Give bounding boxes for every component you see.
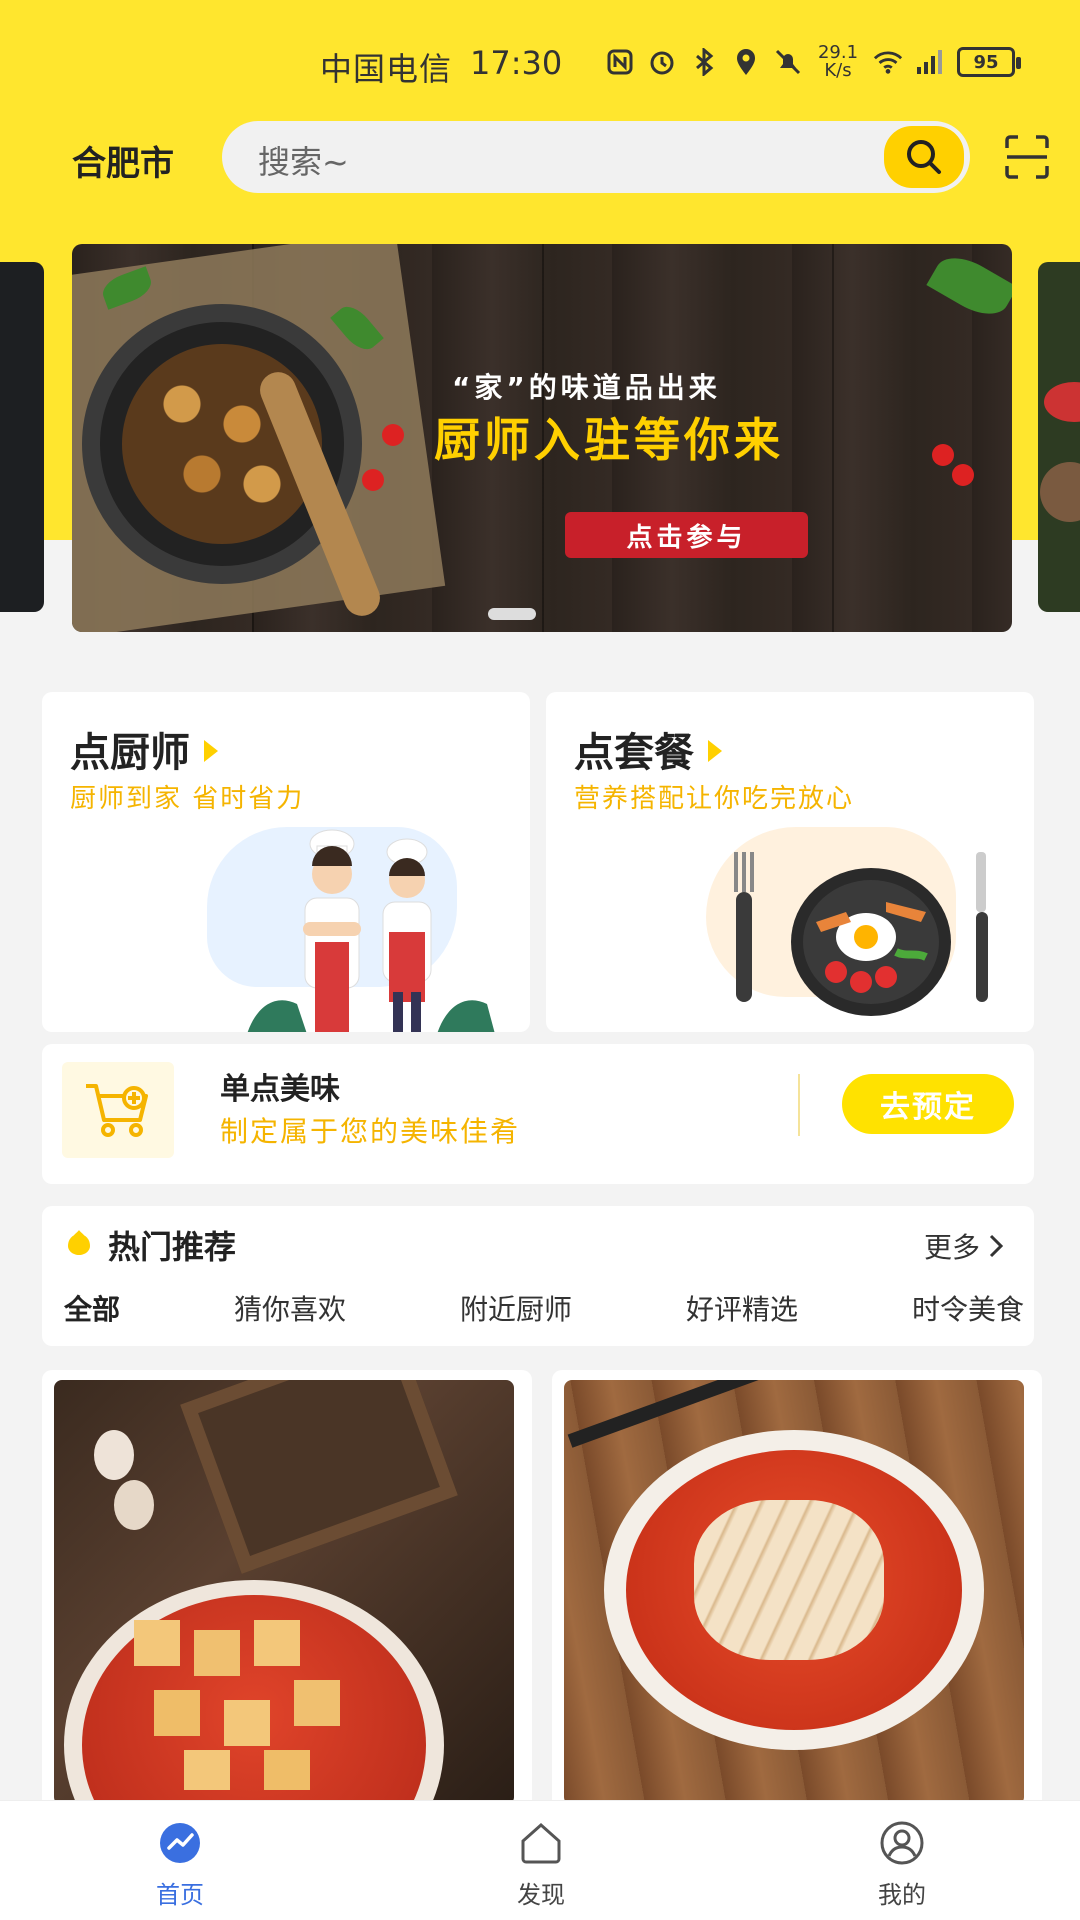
single-order-title: 单点美味: [220, 1072, 340, 1107]
category-tabs: 全部 猜你喜欢 附近厨师 好评精选 时令美食: [64, 1288, 1024, 1336]
nfc-icon: [605, 47, 635, 77]
mute-icon: [773, 47, 803, 77]
hot-icon: [68, 1230, 90, 1255]
tomato-decoration: [932, 444, 954, 466]
cart-add-icon: [62, 1062, 174, 1158]
arrow-right-icon: [204, 740, 218, 762]
single-order-card[interactable]: 单点美味 制定属于您的美味佳肴 去预定: [42, 1044, 1034, 1184]
tab-nearby-chefs[interactable]: 附近厨师: [460, 1288, 572, 1328]
book-button[interactable]: 去预定: [842, 1074, 1014, 1134]
tomato-decoration: [952, 464, 974, 486]
battery-indicator: 95: [957, 47, 1021, 77]
leaf-decoration: [926, 246, 1012, 326]
nav-home-label: 首页: [156, 1881, 204, 1909]
alarm-icon: [647, 47, 677, 77]
carousel-indicator: [488, 608, 536, 620]
spice-tray: [180, 1380, 458, 1574]
chevron-right-icon: [989, 1234, 1004, 1258]
profile-icon: [880, 1821, 924, 1865]
search-bar[interactable]: 搜索~: [222, 121, 970, 193]
signal-icon: [915, 47, 945, 77]
tomato-decoration: [362, 469, 384, 491]
tab-all[interactable]: 全部: [64, 1288, 121, 1336]
banner-title: 厨师入驻等你来: [434, 413, 784, 467]
order-chef-subtitle: 厨师到家 省时省力: [70, 784, 305, 814]
chefs-illustration: [247, 829, 495, 1032]
tab-top-rated[interactable]: 好评精选: [686, 1288, 798, 1328]
tomato-decoration: [382, 424, 404, 446]
nav-home[interactable]: 首页: [120, 1821, 240, 1910]
scan-icon[interactable]: [1004, 134, 1050, 180]
arrow-right-icon: [708, 740, 722, 762]
divider: [798, 1074, 800, 1136]
garlic: [114, 1480, 154, 1530]
nav-profile[interactable]: 我的: [842, 1821, 962, 1910]
order-chef-card[interactable]: 点厨师 厨师到家 省时省力: [42, 692, 530, 1032]
nav-discover-label: 发现: [517, 1881, 565, 1909]
location-icon: [731, 47, 761, 77]
wifi-icon: [873, 47, 903, 77]
wood-plank: [832, 244, 834, 632]
home-icon: [158, 1821, 202, 1865]
clock: 17:30: [470, 44, 563, 82]
hot-recommend-title: 热门推荐: [108, 1228, 237, 1266]
food-card[interactable]: [552, 1370, 1042, 1810]
banner-subtitle: “家”的味道品出来: [452, 371, 721, 404]
speed-unit: K/s: [824, 60, 852, 81]
tab-seasonal[interactable]: 时令美食: [912, 1288, 1024, 1328]
search-input[interactable]: 搜索~: [258, 137, 349, 183]
carrier-label: 中国电信: [320, 50, 453, 88]
banner-prev-slide[interactable]: [0, 262, 44, 612]
tofu-cubes: [134, 1620, 354, 1790]
search-icon: [907, 140, 941, 174]
sliced-chicken-image: [564, 1380, 1024, 1805]
mapo-tofu-image: [54, 1380, 514, 1805]
bluetooth-icon: [689, 47, 719, 77]
garlic: [94, 1430, 134, 1480]
chopsticks: [567, 1380, 761, 1448]
banner-join-button[interactable]: 点击参与: [565, 512, 808, 558]
tab-guess-you-like[interactable]: 猜你喜欢: [234, 1288, 346, 1328]
banner-next-slide[interactable]: [1038, 262, 1080, 612]
more-link[interactable]: 更多: [924, 1226, 1004, 1266]
more-label: 更多: [923, 1231, 980, 1264]
banner[interactable]: “家”的味道品出来 厨师入驻等你来 点击参与: [72, 244, 1012, 632]
sliced-chicken: [694, 1500, 884, 1660]
food-card[interactable]: [42, 1370, 532, 1810]
network-speed: 29.1 K/s: [815, 44, 861, 80]
status-bar: 中国电信 17:30 29.1 K/s 95: [0, 0, 1080, 128]
nav-profile-label: 我的: [878, 1881, 926, 1909]
city-selector[interactable]: 合肥市: [72, 136, 174, 185]
meal-plate-illustration: [734, 852, 988, 1016]
status-icons: 29.1 K/s 95: [605, 44, 1021, 80]
bottom-nav: 首页 发现 我的: [0, 1800, 1080, 1920]
nav-discover[interactable]: 发现: [481, 1821, 601, 1910]
hot-recommend-section: 热门推荐 更多 全部 猜你喜欢 附近厨师 好评精选 时令美食: [42, 1206, 1034, 1346]
order-set-meal-card[interactable]: 点套餐 营养搭配让你吃完放心: [546, 692, 1034, 1032]
order-set-meal-title: 点套餐: [574, 720, 722, 778]
order-chef-title: 点厨师: [70, 720, 218, 778]
search-button[interactable]: [884, 126, 964, 188]
order-set-meal-subtitle: 营养搭配让你吃完放心: [574, 784, 855, 814]
discover-icon: [519, 1821, 563, 1865]
single-order-subtitle: 制定属于您的美味佳肴: [220, 1115, 521, 1148]
